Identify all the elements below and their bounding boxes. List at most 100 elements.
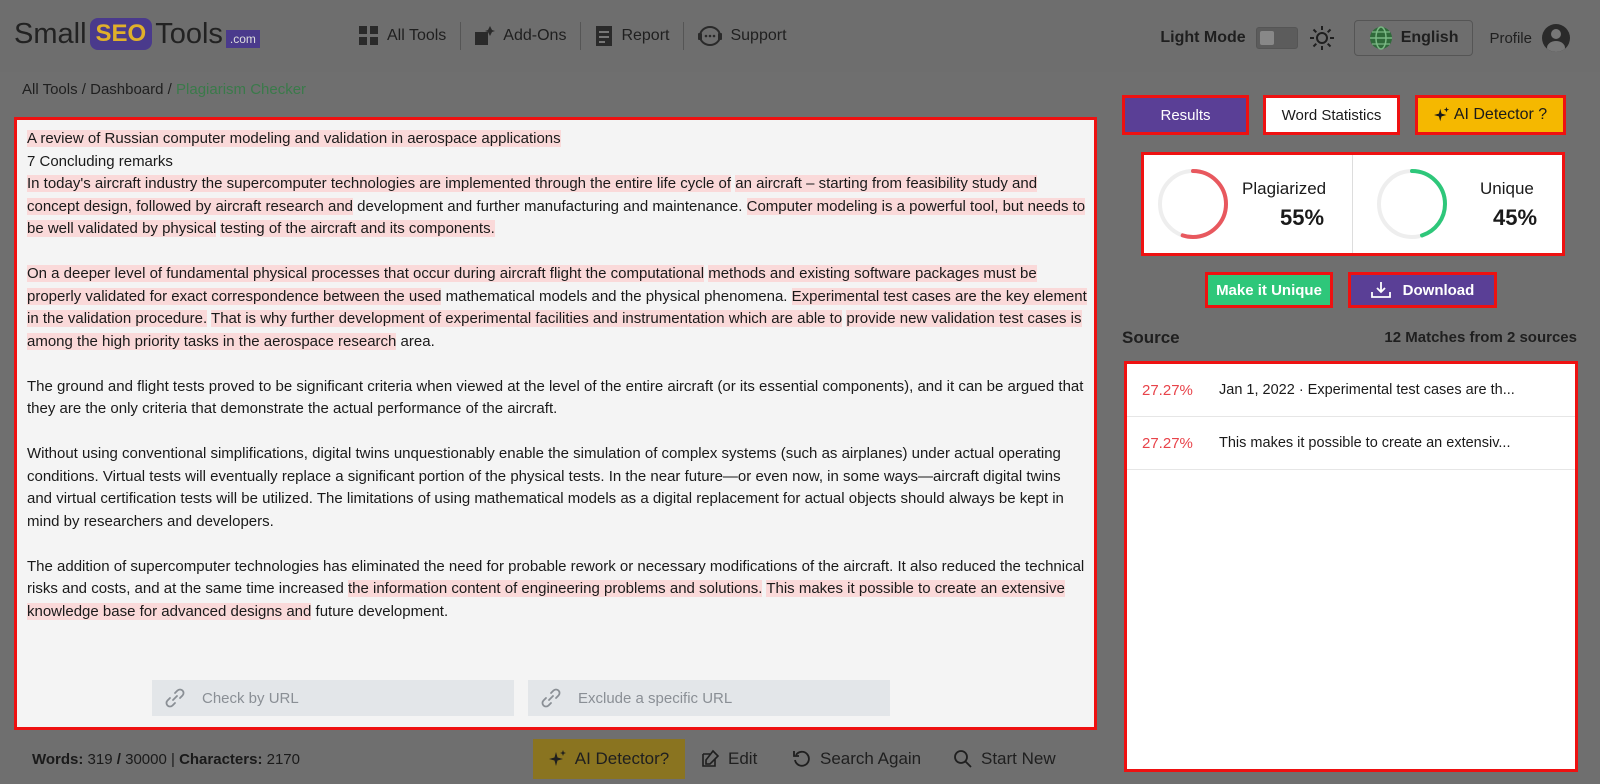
tab-word-statistics[interactable]: Word Statistics <box>1263 95 1400 135</box>
support-icon <box>698 26 723 46</box>
start-new-button[interactable]: Start New <box>953 739 1056 779</box>
search-again-label: Search Again <box>820 749 922 768</box>
editor-content[interactable]: A review of Russian computer modeling an… <box>27 128 1087 646</box>
search-again-button[interactable]: Search Again <box>792 739 921 779</box>
paragraph: In today's aircraft industry the superco… <box>27 173 1087 241</box>
download-button[interactable]: Download <box>1348 272 1497 308</box>
nav-label: Support <box>730 27 787 44</box>
nav-label: Add-Ons <box>503 27 567 44</box>
plagiarized-label: Plagiarized <box>1242 179 1327 198</box>
ai-detector-label: AI Detector? <box>574 749 670 768</box>
exclude-url-input[interactable]: Exclude a specific URL <box>528 680 890 716</box>
logo-tools: Tools <box>155 17 223 50</box>
main-nav: All Tools Add-Ons Report Support <box>345 22 801 50</box>
paragraph: On a deeper level of fundamental physica… <box>27 263 1087 353</box>
highlighted-text[interactable]: the information content of engineering p… <box>347 580 763 597</box>
tab-ai-detector-label: AI Detector ? <box>1453 106 1548 123</box>
plagiarized-ring <box>1158 169 1228 239</box>
logo-seo: SEO <box>89 18 153 50</box>
edit-icon <box>702 749 720 767</box>
logo-com: .com <box>225 30 260 48</box>
score-card: Plagiarized 55% Unique 45% <box>1141 152 1565 256</box>
site-logo[interactable]: Small SEO Tools .com <box>14 14 260 54</box>
logo-small: Small <box>14 17 87 50</box>
sparkle-icon <box>548 750 566 766</box>
unique-value: 45% <box>1493 205 1538 230</box>
light-mode-label: Light Mode <box>1160 29 1246 46</box>
grid-icon <box>359 26 378 45</box>
highlighted-text[interactable]: In today's aircraft industry the superco… <box>27 175 732 192</box>
nav-add-ons[interactable]: Add-Ons <box>461 22 582 50</box>
unique-ring <box>1377 169 1447 239</box>
sparkle-icon <box>1433 107 1449 122</box>
chars-label: Characters: <box>179 751 263 768</box>
plain-text: Without using conventional simplificatio… <box>27 445 1064 530</box>
source-count: 12 Matches from 2 sources <box>1384 329 1577 346</box>
words-max: 30000 | <box>120 751 180 768</box>
paragraph: 7 Concluding remarks <box>27 151 1087 174</box>
make-unique-button[interactable]: Make it Unique <box>1205 272 1333 308</box>
ai-detector-button[interactable]: AI Detector? <box>533 739 685 779</box>
exclude-url-placeholder: Exclude a specific URL <box>578 689 733 707</box>
profile-label: Profile <box>1489 29 1532 47</box>
check-url-placeholder: Check by URL <box>202 689 299 707</box>
bottom-bar: Words: 319 / 30000 | Characters: 2170 AI… <box>0 735 1100 784</box>
paragraph: A review of Russian computer modeling an… <box>27 128 1087 151</box>
top-header: Small SEO Tools .com All Tools Add-Ons R… <box>0 0 1600 72</box>
check-url-input[interactable]: Check by URL <box>152 680 514 716</box>
source-list: 27.27% Jan 1, 2022 · Experimental test c… <box>1124 361 1578 772</box>
source-title: Source <box>1122 328 1180 347</box>
tab-ai-detector[interactable]: AI Detector ? <box>1415 95 1566 135</box>
words-value: 319 <box>83 751 117 768</box>
plain-text: future development. <box>311 602 449 620</box>
nav-report[interactable]: Report <box>581 22 685 50</box>
profile-menu[interactable]: Profile <box>1489 24 1570 52</box>
highlighted-text[interactable]: On a deeper level of fundamental physica… <box>27 265 705 282</box>
source-text[interactable]: Jan 1, 2022 · Experimental test cases ar… <box>1219 382 1515 398</box>
header-right: Light Mode English Profile <box>1160 20 1600 56</box>
highlighted-text[interactable]: testing of the aircraft and its componen… <box>220 220 495 237</box>
download-label: Download <box>1402 281 1475 299</box>
refresh-icon <box>793 750 810 767</box>
breadcrumb-dashboard[interactable]: Dashboard <box>90 81 163 98</box>
plain-text: development and further manufacturing an… <box>353 197 747 215</box>
light-mode-toggle[interactable] <box>1255 27 1298 49</box>
edit-label: Edit <box>728 749 758 768</box>
nav-label: All Tools <box>387 27 447 44</box>
words-label: Words: <box>32 751 84 768</box>
tab-word-statistics-label: Word Statistics <box>1281 106 1382 124</box>
source-percent: 27.27% <box>1142 434 1193 452</box>
plain-text: mathematical models and the physical phe… <box>441 287 792 305</box>
source-text[interactable]: This makes it possible to create an exte… <box>1219 435 1510 451</box>
nav-support[interactable]: Support <box>684 22 800 50</box>
sun-icon[interactable] <box>1309 26 1334 50</box>
breadcrumb-sep: / <box>77 81 91 98</box>
start-new-label: Start New <box>981 749 1056 768</box>
source-item[interactable]: 27.27% This makes it possible to create … <box>1127 417 1575 470</box>
source-percent: 27.27% <box>1142 381 1193 399</box>
language-selector[interactable]: English <box>1353 20 1474 56</box>
addon-icon <box>475 26 496 45</box>
nav-all-tools[interactable]: All Tools <box>345 22 462 50</box>
breadcrumb: All Tools / Dashboard / Plagiarism Check… <box>22 81 306 98</box>
paragraph: The ground and flight tests proved to be… <box>27 376 1087 421</box>
tab-results[interactable]: Results <box>1122 95 1249 135</box>
language-label: English <box>1400 29 1459 46</box>
unique-score: Unique 45% <box>1353 155 1562 253</box>
highlighted-text[interactable]: A review of Russian computer modeling an… <box>27 130 561 147</box>
breadcrumb-all-tools[interactable]: All Tools <box>22 81 78 98</box>
report-icon <box>596 26 613 46</box>
link-icon <box>165 688 185 708</box>
word-stats: Words: 319 / 30000 | Characters: 2170 <box>32 751 300 768</box>
plain-text: The ground and flight tests proved to be… <box>27 377 1084 418</box>
plain-text: 7 Concluding remarks <box>27 152 173 170</box>
text-editor[interactable]: A review of Russian computer modeling an… <box>14 117 1097 730</box>
avatar <box>1542 24 1570 52</box>
highlighted-text[interactable]: That is why further development of exper… <box>211 310 843 327</box>
source-item[interactable]: 27.27% Jan 1, 2022 · Experimental test c… <box>1127 364 1575 417</box>
breadcrumb-sep: / <box>163 81 177 98</box>
edit-button[interactable]: Edit <box>700 739 757 779</box>
paragraph: The addition of supercomputer technologi… <box>27 556 1087 624</box>
plain-text: area. <box>396 332 435 350</box>
nav-label: Report <box>621 27 670 44</box>
